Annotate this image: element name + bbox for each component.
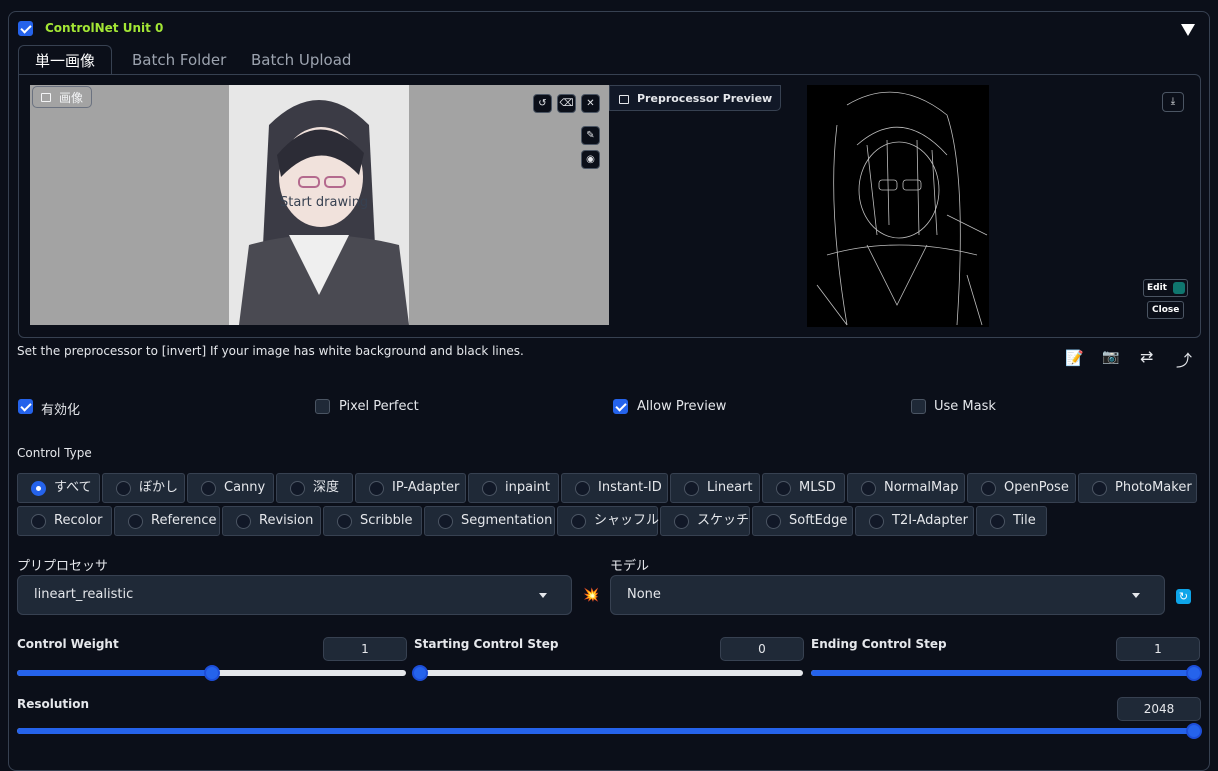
- use-mask-checkbox[interactable]: [911, 399, 926, 414]
- image-canvas[interactable]: Start drawing: [30, 85, 609, 325]
- control-type-label: Control Type: [17, 446, 92, 460]
- allow-preview-checkbox[interactable]: [613, 399, 628, 414]
- use-mask-label: Use Mask: [934, 399, 996, 414]
- model-label: モデル: [610, 559, 650, 574]
- curved-arrow-icon[interactable]: ⤴: [1176, 347, 1192, 371]
- preprocessor-preview-image: [807, 85, 989, 327]
- image-label: 画像: [32, 86, 93, 108]
- chevron-down-icon: [1132, 593, 1140, 598]
- image-icon: [619, 95, 629, 104]
- control-type-all[interactable]: すべて: [17, 473, 100, 503]
- close-icon[interactable]: ✕: [581, 94, 600, 113]
- control-type-ip-adapter[interactable]: IP-Adapter: [355, 473, 466, 503]
- model-dropdown[interactable]: None: [610, 575, 1165, 615]
- tab-batch-folder[interactable]: Batch Folder: [116, 45, 242, 75]
- pixel-perfect-checkbox[interactable]: [315, 399, 330, 414]
- control-type-lineart[interactable]: Lineart: [670, 473, 760, 503]
- control-type-revision[interactable]: Revision: [222, 506, 321, 536]
- control-type-instant-id[interactable]: Instant-ID: [561, 473, 668, 503]
- ending-step-label: Ending Control Step: [811, 637, 947, 651]
- undo-icon[interactable]: ↺: [533, 94, 552, 113]
- preprocessor-dropdown[interactable]: lineart_realistic: [17, 575, 572, 615]
- control-weight-input[interactable]: 1: [323, 637, 407, 661]
- slider-handle: [412, 665, 428, 681]
- control-type-normalmap[interactable]: NormalMap: [847, 473, 965, 503]
- starting-step-input[interactable]: 0: [720, 637, 804, 661]
- eraser-icon[interactable]: ⌫: [557, 94, 576, 113]
- starting-step-label: Starting Control Step: [414, 637, 559, 651]
- control-weight-slider[interactable]: [17, 665, 406, 681]
- unit-enable-checkbox[interactable]: [18, 21, 33, 36]
- tab-single-image[interactable]: 単一画像: [18, 45, 113, 75]
- palette-icon[interactable]: ◉: [581, 150, 600, 169]
- refresh-icon[interactable]: ↻: [1176, 589, 1191, 604]
- download-icon[interactable]: ⤓: [1162, 92, 1184, 112]
- slider-handle: [203, 665, 220, 681]
- control-type-tile[interactable]: Tile: [976, 506, 1047, 536]
- hint-text: Set the preprocessor to [invert] If your…: [17, 344, 524, 358]
- control-type-canny[interactable]: Canny: [187, 473, 274, 503]
- controlnet-unit-panel: ControlNet Unit 0 単一画像 Batch Folder Batc…: [8, 11, 1210, 771]
- unit-title: ControlNet Unit 0: [45, 21, 164, 35]
- pixel-perfect-label: Pixel Perfect: [339, 399, 419, 414]
- control-type-reference[interactable]: Reference: [114, 506, 220, 536]
- edit-button[interactable]: Edit: [1143, 279, 1188, 297]
- enable-label: 有効化: [41, 403, 81, 418]
- control-type-blur[interactable]: ぼかし: [102, 473, 185, 503]
- canvas-placeholder: Start drawing: [280, 195, 369, 210]
- ending-step-slider[interactable]: [811, 665, 1202, 681]
- resolution-label: Resolution: [17, 697, 90, 711]
- camera-icon[interactable]: 📷: [1102, 349, 1119, 365]
- control-type-segmentation[interactable]: Segmentation: [424, 506, 555, 536]
- control-weight-label: Control Weight: [17, 637, 119, 651]
- preprocessor-label: プリプロセッサ: [17, 559, 109, 574]
- control-type-openpose[interactable]: OpenPose: [967, 473, 1076, 503]
- chevron-down-icon: [539, 593, 547, 598]
- enable-checkbox[interactable]: [18, 399, 33, 414]
- swap-icon[interactable]: ⇄: [1140, 347, 1153, 366]
- edit-icon: [1172, 282, 1185, 294]
- preview-label: Preprocessor Preview: [609, 85, 782, 111]
- control-type-depth[interactable]: 深度: [276, 473, 353, 503]
- control-type-softedge[interactable]: SoftEdge: [752, 506, 853, 536]
- allow-preview-label: Allow Preview: [637, 399, 727, 414]
- control-type-inpaint[interactable]: inpaint: [468, 473, 559, 503]
- image-icon: [41, 93, 51, 102]
- slider-handle: [1186, 723, 1202, 739]
- control-type-t2i-adapter[interactable]: T2I-Adapter: [855, 506, 974, 536]
- control-type-recolor[interactable]: Recolor: [17, 506, 112, 536]
- resolution-input[interactable]: 2048: [1117, 697, 1201, 721]
- control-type-scribble[interactable]: Scribble: [323, 506, 422, 536]
- resolution-slider[interactable]: [17, 723, 1202, 739]
- explosion-icon[interactable]: 💥: [583, 588, 599, 603]
- brush-icon[interactable]: ✎: [581, 126, 600, 145]
- triangle-down-icon[interactable]: [1181, 24, 1195, 36]
- control-type-sketch[interactable]: スケッチ: [660, 506, 750, 536]
- control-type-shuffle[interactable]: シャッフル: [557, 506, 659, 536]
- tab-batch-upload[interactable]: Batch Upload: [235, 45, 367, 75]
- slider-handle: [1186, 665, 1202, 681]
- starting-step-slider[interactable]: [412, 665, 803, 681]
- control-type-mlsd[interactable]: MLSD: [762, 473, 845, 503]
- control-type-photomaker[interactable]: PhotoMaker: [1078, 473, 1197, 503]
- notepad-icon[interactable]: 📝: [1065, 349, 1084, 367]
- close-preview-button[interactable]: Close: [1147, 301, 1185, 319]
- ending-step-input[interactable]: 1: [1116, 637, 1200, 661]
